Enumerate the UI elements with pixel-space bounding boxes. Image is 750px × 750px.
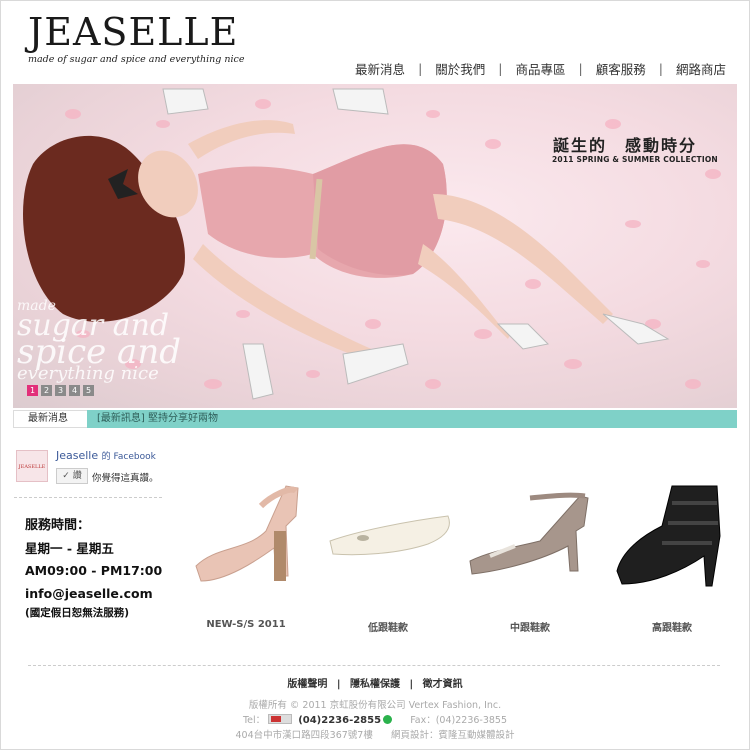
nav-separator: |	[418, 61, 423, 76]
footer-separator: |	[336, 679, 341, 690]
hero-subtitle: 2011 SPRING & SUMMER COLLECTION	[552, 155, 718, 164]
service-note: (國定假日恕無法服務)	[25, 607, 130, 619]
ticker-label: 最新消息	[13, 410, 87, 428]
hero-banner[interactable]: 誕生的 感動時分 2011 SPRING & SUMMER COLLECTION…	[13, 84, 737, 408]
footer-links: 版權聲明 | 隱私權保護 | 徵才資訊	[0, 675, 750, 690]
facebook-widget: JEASELLE Jeaselle 的 Facebook ✓ 讚 你覺得這真讚。	[14, 446, 162, 498]
nav-item-products[interactable]: 商品專區	[516, 59, 566, 78]
news-ticker: 最新消息 [最新訊息] 堅持分享好兩物	[13, 410, 737, 428]
product-label[interactable]: 低跟鞋款	[318, 619, 458, 634]
flag-icon	[268, 714, 293, 724]
line-icon	[383, 715, 393, 724]
facebook-page-name[interactable]: Jeaselle	[56, 449, 98, 462]
slide-page-4[interactable]: 4	[69, 385, 80, 396]
ticker-news-link[interactable]: [最新訊息] 堅持分享好兩物	[97, 410, 218, 428]
nav-item-shop[interactable]: 網路商店	[676, 59, 726, 78]
shoe-image	[616, 485, 721, 587]
footer-tel[interactable]: (04)2236-2855	[298, 715, 381, 726]
nav-separator: |	[578, 61, 583, 76]
nav-item-about[interactable]: 關於我們	[435, 59, 485, 78]
product-high-heel[interactable]: 高跟鞋款	[602, 476, 742, 636]
shoe-image	[195, 485, 299, 582]
slide-page-2[interactable]: 2	[41, 385, 52, 396]
product-mid-heel[interactable]: 中跟鞋款	[460, 476, 600, 636]
footer-separator: |	[409, 679, 414, 690]
service-email[interactable]: info@jeaselle.com	[25, 583, 162, 606]
check-icon: ✓	[62, 471, 70, 481]
facebook-like-note: 你覺得這真讚。	[92, 473, 159, 484]
service-hours: 服務時間： 星期一 - 星期五 AM09:00 - PM17:00 info@j…	[25, 515, 162, 621]
service-hours-text: AM09:00 - PM17:00	[25, 563, 163, 578]
footer-design[interactable]: 網頁設計：賓隆互動媒體設計	[391, 730, 515, 741]
logo-text: JEASELLE	[28, 10, 239, 54]
slide-page-5[interactable]: 5	[83, 385, 94, 396]
footer-address: 404台中市漢口路四段367號7樓	[235, 730, 373, 741]
hero-title: 誕生的 感動時分	[553, 136, 698, 155]
logo-tagline: made of sugar and spice and everything n…	[28, 54, 245, 65]
logo[interactable]: JEASELLE made of sugar and spice and eve…	[28, 10, 245, 65]
slide-page-3[interactable]: 3	[55, 385, 66, 396]
hero-script-line: everything nice	[17, 363, 159, 384]
service-days: 星期一 - 星期五	[25, 540, 114, 556]
footer-copyright: 版權所有 © 2011 京虹股份有限公司 Vertex Fashion, Inc…	[248, 700, 502, 711]
nav-item-service[interactable]: 顧客服務	[596, 59, 646, 78]
slide-page-1[interactable]: 1	[27, 385, 38, 396]
footer-link-privacy[interactable]: 隱私權保護	[350, 679, 400, 690]
main-nav: 最新消息 | 關於我們 | 商品專區 | 顧客服務 | 網路商店	[355, 59, 726, 78]
nav-separator: |	[498, 61, 503, 76]
footer-info: 版權所有 © 2011 京虹股份有限公司 Vertex Fashion, Inc…	[0, 698, 750, 743]
facebook-avatar[interactable]: JEASELLE	[16, 450, 48, 482]
footer-fax: Fax：(04)2236-3855	[410, 715, 508, 726]
shoe-image	[469, 492, 589, 575]
product-new-ss-2011[interactable]: NEW-S/S 2011	[176, 476, 316, 636]
footer-link-copyright[interactable]: 版權聲明	[287, 679, 327, 690]
product-label[interactable]: 高跟鞋款	[602, 619, 742, 634]
footer-tel-label: Tel：	[242, 715, 266, 726]
footer-divider	[28, 665, 720, 666]
product-label[interactable]: NEW-S/S 2011	[176, 619, 316, 630]
shoe-image	[329, 515, 450, 556]
footer-link-careers[interactable]: 徵才資訊	[423, 679, 463, 690]
hero-script-text: made sugar and spice and everything nice	[17, 299, 181, 383]
footer-contact: Tel： (04)2236-2855 Fax：(04)2236-3855	[0, 713, 750, 728]
nav-separator: |	[658, 61, 663, 76]
slide-pager: 1 2 3 4 5	[27, 385, 94, 396]
facebook-like-button[interactable]: ✓ 讚	[56, 468, 88, 484]
product-low-heel[interactable]: 低跟鞋款	[318, 476, 458, 636]
facebook-title[interactable]: Jeaselle 的 Facebook	[56, 449, 156, 462]
facebook-suffix: 的 Facebook	[101, 452, 156, 462]
nav-item-news[interactable]: 最新消息	[355, 59, 405, 78]
footer-address-row: 404台中市漢口路四段367號7樓 網頁設計：賓隆互動媒體設計	[0, 728, 750, 743]
product-label[interactable]: 中跟鞋款	[460, 619, 600, 634]
facebook-like-label: 讚	[72, 471, 82, 481]
service-title: 服務時間：	[25, 518, 91, 533]
